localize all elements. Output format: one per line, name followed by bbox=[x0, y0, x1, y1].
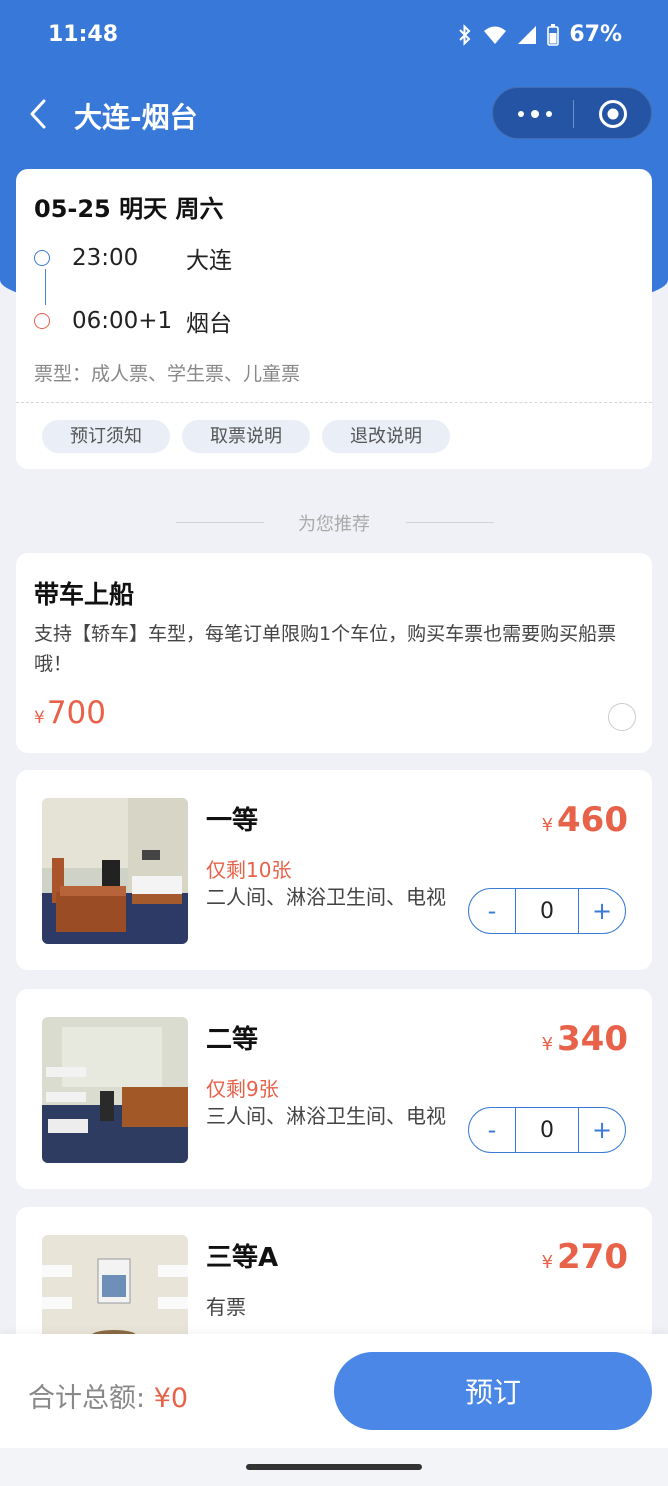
depart-dot bbox=[34, 250, 50, 266]
recommend-title: 为您推荐 bbox=[298, 514, 370, 535]
room-image bbox=[42, 1017, 188, 1163]
room-desc: 三人间、淋浴卫生间、电视 bbox=[206, 1104, 446, 1128]
room-card: 二等 仅剩9张 三人间、淋浴卫生间、电视 ¥340 - 0 + bbox=[16, 989, 652, 1189]
room-desc: 二人间、淋浴卫生间、电视 bbox=[206, 885, 446, 909]
more-icon[interactable] bbox=[515, 102, 555, 126]
room-remaining: 仅剩10张 bbox=[206, 858, 292, 882]
quantity-value[interactable]: 0 bbox=[515, 889, 579, 933]
total-label: 合计总额: bbox=[28, 1383, 146, 1414]
recommend-line-right bbox=[406, 522, 494, 523]
system-nav-area bbox=[0, 1448, 668, 1486]
currency-symbol: ¥ bbox=[541, 1252, 554, 1273]
back-icon[interactable] bbox=[24, 96, 54, 132]
battery-icon bbox=[547, 23, 560, 46]
close-miniprogram-icon[interactable] bbox=[597, 98, 629, 130]
divider bbox=[16, 402, 652, 403]
bottom-bar: 合计总额: ¥0 预订 bbox=[0, 1334, 668, 1448]
arrive-stop: 06:00+1 烟台 bbox=[34, 304, 232, 338]
car-desc: 支持【轿车】车型，每笔订单限购1个车位，购买车票也需要购买船票哦！ bbox=[34, 623, 617, 675]
plus-button[interactable]: + bbox=[579, 1108, 625, 1152]
book-button[interactable]: 预订 bbox=[334, 1352, 652, 1430]
page-title: 大连-烟台 bbox=[74, 101, 198, 134]
status-icons: 67% bbox=[457, 22, 622, 47]
car-title: 带车上船 bbox=[34, 580, 135, 609]
currency-symbol: ¥ bbox=[541, 815, 554, 836]
arrive-dot bbox=[34, 313, 50, 329]
room-image bbox=[42, 798, 188, 944]
battery-percent: 67% bbox=[569, 22, 622, 47]
room-price-value: 460 bbox=[557, 800, 628, 840]
arrive-port: 烟台 bbox=[186, 311, 232, 337]
status-time: 11:48 bbox=[48, 22, 119, 47]
quantity-stepper: - 0 + bbox=[468, 1107, 626, 1153]
mini-program-capsule bbox=[492, 87, 652, 139]
tag-pickup-info[interactable]: 取票说明 bbox=[182, 420, 310, 453]
arrive-time: 06:00+1 bbox=[72, 308, 173, 334]
quantity-value[interactable]: 0 bbox=[515, 1108, 579, 1152]
room-price-value: 340 bbox=[557, 1019, 628, 1059]
car-price-value: 700 bbox=[46, 695, 106, 731]
tag-refund-info[interactable]: 退改说明 bbox=[322, 420, 450, 453]
depart-time: 23:00 bbox=[72, 245, 139, 271]
ticket-types: 票型：成人票、学生票、儿童票 bbox=[34, 363, 301, 385]
room-name: 三等A bbox=[206, 1243, 279, 1273]
currency-symbol: ¥ bbox=[541, 1034, 554, 1055]
home-indicator[interactable] bbox=[246, 1464, 422, 1470]
room-name: 二等 bbox=[206, 1025, 259, 1055]
info-tags: 预订须知 取票说明 退改说明 bbox=[42, 420, 450, 453]
wifi-icon bbox=[484, 26, 507, 44]
car-radio[interactable] bbox=[608, 703, 636, 731]
capsule-divider bbox=[573, 100, 574, 128]
minus-button[interactable]: - bbox=[469, 889, 515, 933]
car-price: ¥700 bbox=[34, 695, 106, 731]
status-bar: 11:48 67% bbox=[0, 0, 668, 72]
total-amount: 合计总额: ¥0 bbox=[28, 1376, 188, 1415]
trip-date: 05-25 明天 周六 bbox=[34, 195, 224, 223]
room-price: ¥340 bbox=[542, 1019, 628, 1059]
room-price: ¥460 bbox=[542, 800, 628, 840]
quantity-stepper: - 0 + bbox=[468, 888, 626, 934]
car-card[interactable]: 带车上船 支持【轿车】车型，每笔订单限购1个车位，购买车票也需要购买船票哦！ ¥… bbox=[16, 553, 652, 753]
plus-button[interactable]: + bbox=[579, 889, 625, 933]
bluetooth-icon bbox=[459, 23, 471, 46]
room-stock: 有票 bbox=[206, 1295, 246, 1319]
minus-button[interactable]: - bbox=[469, 1108, 515, 1152]
room-price-value: 270 bbox=[557, 1237, 628, 1277]
depart-stop: 23:00 大连 bbox=[34, 241, 232, 275]
route-line bbox=[45, 269, 46, 305]
tag-booking-notice[interactable]: 预订须知 bbox=[42, 420, 170, 453]
currency-symbol: ¥ bbox=[34, 708, 45, 728]
room-price: ¥270 bbox=[542, 1237, 628, 1277]
signal-icon bbox=[518, 25, 537, 44]
room-remaining: 仅剩9张 bbox=[206, 1077, 279, 1101]
depart-port: 大连 bbox=[186, 248, 232, 274]
trip-card: 05-25 明天 周六 23:00 大连 06:00+1 烟台 票型：成人票、学… bbox=[16, 169, 652, 469]
room-name: 一等 bbox=[206, 806, 259, 836]
nav-bar: 大连-烟台 bbox=[0, 80, 668, 150]
room-card: 一等 仅剩10张 二人间、淋浴卫生间、电视 ¥460 - 0 + bbox=[16, 770, 652, 970]
total-value: ¥0 bbox=[153, 1383, 189, 1414]
